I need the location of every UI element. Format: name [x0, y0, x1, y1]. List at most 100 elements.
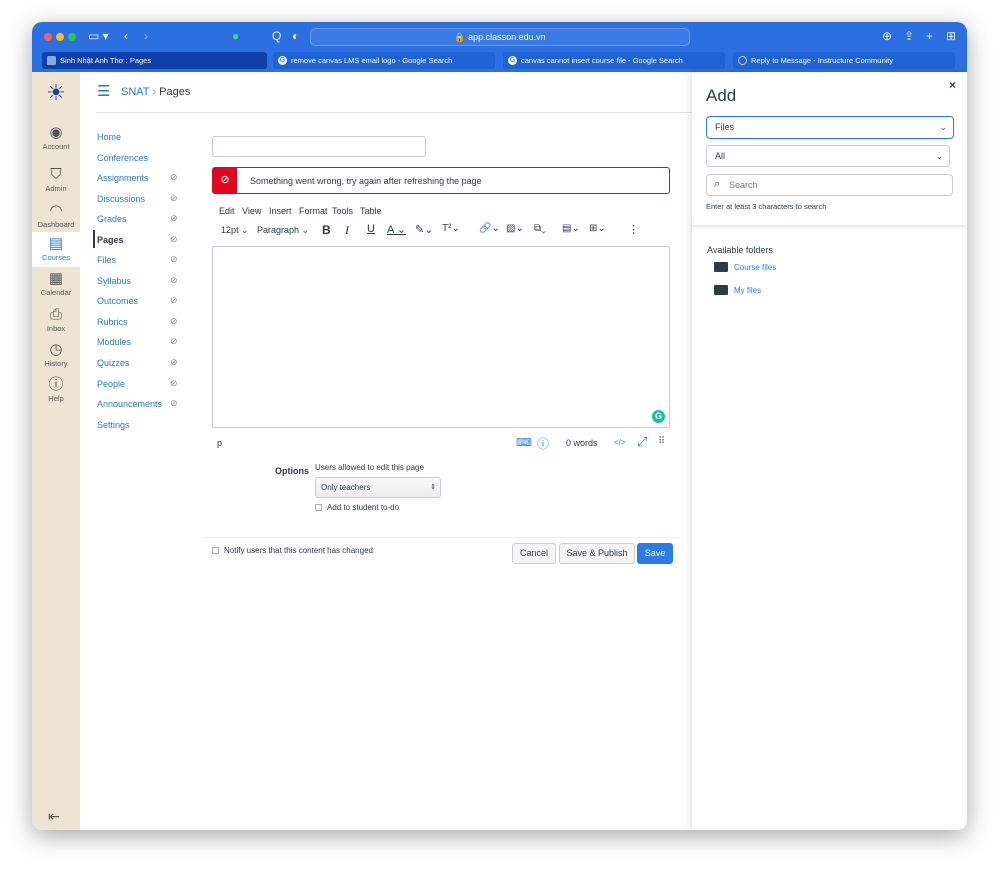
course-nav-syllabus[interactable]: Syllabus: [97, 276, 131, 286]
content-filter-select[interactable]: All ⌄: [706, 145, 950, 167]
course-nav-announcements[interactable]: Announcements: [97, 399, 162, 409]
nav-admin[interactable]: ⛉ Admin: [32, 166, 80, 202]
inbox-icon: ⎙: [49, 306, 62, 323]
calendar-icon: ▦: [48, 270, 64, 287]
nav-calendar[interactable]: ▦ Calendar: [32, 270, 80, 306]
dashboard-icon: ◠: [49, 202, 63, 219]
html-editor-toggle[interactable]: </>: [614, 438, 626, 447]
cancel-button[interactable]: Cancel: [512, 543, 556, 564]
nav-account[interactable]: ◉ Account: [32, 124, 80, 160]
sidebar-toggle-icon[interactable]: ▭ ▾: [88, 29, 109, 43]
breadcrumb-course[interactable]: SNAT: [121, 86, 149, 98]
tray-search-field[interactable]: ⌕: [706, 174, 953, 196]
apps-icon[interactable]: ⊞⌄: [589, 223, 606, 234]
back-icon[interactable]: ‹: [124, 29, 128, 43]
tab-overview-icon[interactable]: ⊞: [946, 29, 956, 43]
image-icon[interactable]: ▨⌄: [506, 223, 524, 234]
accessibility-checker-icon[interactable]: ⓘ: [537, 435, 549, 452]
hidden-eye-icon: ⊘: [170, 398, 178, 408]
nav-inbox[interactable]: ⎙ Inbox: [32, 306, 80, 342]
menu-insert[interactable]: Insert: [269, 206, 292, 216]
menu-edit[interactable]: Edit: [219, 206, 235, 216]
course-nav-pages[interactable]: Pages: [97, 235, 124, 245]
shield-extension-icon[interactable]: ◐: [292, 29, 299, 43]
chevron-down-icon: ⌄: [935, 151, 943, 161]
tab-google-search-2[interactable]: Gcanvas cannot insert course file - Goog…: [503, 52, 725, 69]
grammarly-extension-icon[interactable]: ●: [232, 29, 239, 43]
grammarly-icon[interactable]: G: [652, 410, 665, 423]
menu-format[interactable]: Format: [299, 206, 328, 216]
superscript-icon[interactable]: T²⌄: [442, 223, 460, 234]
course-nav-files[interactable]: Files: [97, 255, 116, 265]
student-todo-checkbox[interactable]: Add to student to-do: [315, 503, 399, 512]
close-tray-button[interactable]: ×: [949, 78, 956, 92]
folder-course-files[interactable]: Course files: [714, 262, 776, 272]
media-icon[interactable]: ⧉⌄: [534, 223, 546, 234]
folder-my-files[interactable]: My files: [714, 285, 761, 295]
notify-users-checkbox[interactable]: Notify users that this content has chang…: [212, 546, 373, 555]
download-icon[interactable]: ⊕: [882, 29, 892, 43]
edit-permission-select[interactable]: Only teachers ⇕: [315, 477, 441, 498]
courses-icon: ▤: [48, 235, 64, 252]
tray-search-input[interactable]: [729, 178, 939, 192]
course-nav-outcomes[interactable]: Outcomes: [97, 296, 138, 306]
more-options-icon[interactable]: ⋮: [628, 223, 639, 236]
fullscreen-icon[interactable]: ⤢: [637, 434, 647, 450]
resize-handle-icon[interactable]: ⠿: [658, 436, 665, 447]
new-tab-icon[interactable]: +: [926, 29, 933, 43]
q-extension-icon[interactable]: Q: [272, 29, 281, 43]
content-type-select[interactable]: Files ⌄: [706, 116, 954, 139]
zoom-window-button[interactable]: [68, 33, 76, 41]
header-divider: [96, 112, 692, 113]
nav-courses[interactable]: ▤ Courses: [32, 232, 80, 267]
course-nav-home[interactable]: Home: [97, 132, 121, 142]
forward-icon[interactable]: ›: [144, 29, 148, 43]
menu-table[interactable]: Table: [360, 206, 382, 216]
school-logo[interactable]: ☀: [32, 80, 80, 106]
save-button[interactable]: Save: [637, 543, 673, 564]
rich-content-editor-area[interactable]: G: [212, 246, 670, 428]
underline-icon[interactable]: U: [367, 223, 375, 235]
page-title-input[interactable]: [212, 136, 426, 157]
search-icon: ⌕: [714, 178, 721, 190]
address-bar[interactable]: 🔒 app.classon.edu.vn: [310, 28, 690, 46]
account-icon: ◉: [49, 124, 63, 141]
url-text: app.classon.edu.vn: [468, 32, 546, 42]
keyboard-shortcuts-icon[interactable]: ⌨: [516, 436, 532, 449]
menu-tools[interactable]: Tools: [332, 206, 353, 216]
course-nav-assignments[interactable]: Assignments: [97, 173, 149, 183]
menu-view[interactable]: View: [242, 206, 261, 216]
course-nav-quizzes[interactable]: Quizzes: [97, 358, 130, 368]
nav-history[interactable]: ◷ History: [32, 341, 80, 377]
highlight-icon[interactable]: ✎⌄: [415, 223, 433, 236]
font-size-select[interactable]: 12pt ⌄: [221, 225, 249, 236]
tab-instructure-community[interactable]: Reply to Message - Instructure Community: [733, 52, 955, 69]
text-color-icon[interactable]: A ⌄: [387, 223, 406, 236]
nav-help[interactable]: ⓘ Help: [32, 376, 80, 412]
options-label: Options: [275, 466, 309, 476]
hidden-eye-icon: ⊘: [170, 275, 178, 285]
hidden-eye-icon: ⊘: [170, 254, 178, 264]
bold-icon[interactable]: B: [322, 223, 331, 237]
tab-sinh-nhat[interactable]: Sinh Nhật Anh Thơ : Pages: [42, 52, 267, 69]
italic-icon[interactable]: I: [345, 223, 349, 238]
share-icon[interactable]: ⇪: [904, 29, 914, 43]
hidden-eye-icon: ⊘: [170, 193, 178, 203]
course-nav-people[interactable]: People: [97, 379, 125, 389]
close-window-button[interactable]: [44, 33, 52, 41]
course-nav-conferences[interactable]: Conferences: [97, 153, 148, 163]
minimize-window-button[interactable]: [56, 33, 64, 41]
block-format-select[interactable]: Paragraph ⌄: [257, 225, 309, 236]
hidden-eye-icon: ⊘: [170, 172, 178, 182]
collapse-nav-icon[interactable]: ⇤: [48, 808, 60, 825]
course-nav-settings[interactable]: Settings: [97, 420, 130, 430]
course-nav-discussions[interactable]: Discussions: [97, 194, 145, 204]
course-nav-rubrics[interactable]: Rubrics: [97, 317, 128, 327]
hamburger-menu-icon[interactable]: ☰: [97, 82, 110, 100]
link-icon[interactable]: 🔗⌄: [479, 223, 500, 234]
document-icon[interactable]: ▤⌄: [562, 223, 580, 234]
tab-google-search-1[interactable]: Gremove canvas LMS email logo - Google S…: [273, 52, 495, 69]
course-nav-modules[interactable]: Modules: [97, 337, 131, 347]
save-publish-button[interactable]: Save & Publish: [559, 543, 635, 564]
course-nav-grades[interactable]: Grades: [97, 214, 127, 224]
